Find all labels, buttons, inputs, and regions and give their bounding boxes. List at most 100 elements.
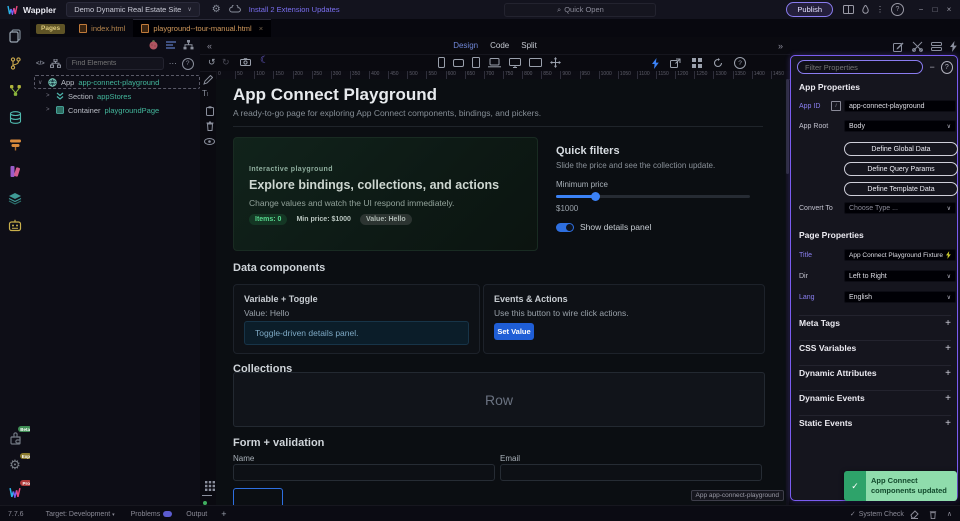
view-tab-split[interactable]: Split — [521, 41, 537, 50]
canvas-scrollbar[interactable] — [786, 79, 789, 505]
dynamic-events-section[interactable]: Dynamic Events + — [799, 390, 951, 405]
help-icon[interactable]: ? — [181, 57, 194, 70]
kebab-menu-icon[interactable]: ⋮ — [873, 5, 887, 14]
settings-gear-icon[interactable]: ⚙ — [212, 4, 221, 15]
refresh-icon[interactable] — [713, 58, 723, 68]
expand-chevron-icon[interactable]: > — [46, 107, 52, 113]
tree-item-section[interactable]: > Section appStores — [46, 90, 131, 102]
eye-icon[interactable] — [201, 134, 217, 148]
tab-close-icon[interactable]: × — [259, 24, 263, 33]
laptop-icon[interactable] — [488, 57, 501, 68]
dir-select[interactable]: Left to Right ∨ — [844, 270, 956, 282]
target-selector[interactable]: Target: Development ▾ — [46, 511, 115, 518]
publish-button[interactable]: Publish — [786, 2, 833, 17]
close-icon[interactable]: × — [942, 5, 956, 14]
undo-icon[interactable]: ↺ — [208, 57, 216, 68]
node-tree-icon[interactable] — [183, 40, 194, 50]
pages-badge[interactable]: Pages — [36, 23, 66, 34]
email-input[interactable] — [500, 464, 762, 481]
open-in-browser-icon[interactable] — [670, 58, 681, 68]
help-icon[interactable]: ? — [891, 3, 904, 16]
find-elements-input[interactable] — [65, 57, 164, 70]
name-input[interactable] — [233, 464, 495, 481]
define-query-params-button[interactable]: Define Query Params — [844, 162, 958, 176]
price-slider[interactable] — [556, 192, 750, 201]
project-selector[interactable]: Demo Dynamic Real Estate Site ∨ — [66, 2, 200, 17]
title-field[interactable]: App Connect Playground Fixture — [844, 249, 956, 261]
output-button[interactable]: Output — [186, 511, 207, 518]
git-icon[interactable] — [6, 54, 24, 72]
convert-to-select[interactable]: Choose Type ... ∨ — [844, 202, 956, 214]
redo-icon[interactable]: ↻ — [222, 57, 230, 68]
filter-properties-input[interactable] — [797, 60, 924, 74]
details-toggle[interactable] — [556, 222, 574, 232]
help-icon[interactable]: ? — [734, 57, 746, 69]
set-value-button[interactable]: Set Value — [494, 323, 534, 340]
minimize-icon[interactable]: − — [914, 5, 928, 14]
extensions-puzzle-icon[interactable]: Beta — [6, 426, 32, 447]
static-events-section[interactable]: Static Events + — [799, 415, 951, 430]
text-tool-icon[interactable]: TI — [202, 89, 208, 98]
tab-index-html[interactable]: index.html — [71, 20, 133, 37]
node-connections-icon[interactable] — [6, 81, 24, 99]
install-updates-link[interactable]: Install 2 Extension Updates — [249, 5, 340, 14]
app-root-select[interactable]: Body ∨ — [844, 120, 956, 132]
divider-tool-icon[interactable] — [202, 495, 212, 496]
tree-view-icon[interactable] — [49, 59, 61, 68]
expand-chevron-icon[interactable]: > — [46, 93, 52, 99]
maximize-icon[interactable]: □ — [928, 5, 942, 14]
tab-playground-html[interactable]: playground--tour-manual.html × — [133, 19, 272, 37]
dynamic-bolt-icon[interactable] — [946, 251, 951, 259]
tree-item-app[interactable]: ∨ App app-connect-playground — [34, 75, 200, 89]
info-icon[interactable]: i — [831, 101, 841, 111]
collapse-left-icon[interactable]: « — [207, 41, 212, 51]
screenshot-camera-icon[interactable] — [240, 58, 251, 66]
app-connect-bolt-icon[interactable] — [652, 57, 659, 69]
tablet-portrait-icon[interactable] — [472, 57, 480, 68]
view-tab-design[interactable]: Design — [453, 41, 478, 50]
edit-properties-icon[interactable] — [893, 41, 904, 52]
system-check[interactable]: ✓ System Check — [850, 510, 904, 519]
layers-stack-icon[interactable] — [931, 41, 942, 52]
phone-portrait-icon[interactable] — [438, 57, 445, 68]
more-options-icon[interactable]: ⋯ — [169, 59, 177, 68]
database-icon[interactable] — [6, 108, 24, 126]
view-tab-code[interactable]: Code — [490, 41, 509, 50]
collapse-right-icon[interactable]: » — [778, 41, 783, 51]
design-palette-icon[interactable] — [6, 162, 24, 180]
element-breadcrumb[interactable]: App app-connect-playground — [690, 490, 784, 501]
define-global-data-button[interactable]: Define Global Data — [844, 142, 958, 156]
split-panel-icon[interactable] — [843, 5, 854, 14]
lightning-icon[interactable] — [950, 41, 957, 52]
workflows-signpost-icon[interactable] — [6, 135, 24, 153]
dark-mode-moon-icon[interactable]: ☾ — [260, 55, 269, 66]
pages-panel-icon[interactable] — [6, 27, 24, 45]
cleanup-icon[interactable] — [910, 509, 919, 519]
css-variables-section[interactable]: CSS Variables + — [799, 340, 951, 355]
add-icon[interactable]: + — [221, 509, 226, 519]
meta-tags-section[interactable]: Meta Tags + — [799, 315, 951, 330]
phone-landscape-icon[interactable] — [453, 58, 464, 67]
lang-select[interactable]: English ∨ — [844, 291, 956, 303]
trash-icon[interactable] — [929, 510, 937, 519]
code-view-icon[interactable]: </> — [36, 61, 45, 67]
desktop-icon[interactable] — [509, 57, 521, 68]
submit-button-clipped[interactable] — [233, 488, 283, 505]
components-grid-icon[interactable] — [692, 58, 702, 68]
dynamic-attributes-section[interactable]: Dynamic Attributes + — [799, 365, 951, 380]
theme-droplet-icon[interactable] — [862, 5, 869, 14]
collapse-chevron-icon[interactable]: ∨ — [38, 79, 44, 86]
wappler-pro-icon[interactable]: Pro — [6, 480, 32, 501]
scissors-icon[interactable] — [912, 41, 923, 52]
collapse-panel-icon[interactable]: − — [929, 62, 934, 72]
help-icon[interactable]: ? — [940, 60, 953, 74]
quick-open-search[interactable]: ⌕ Quick Open — [504, 2, 657, 17]
scrollbar-thumb[interactable] — [786, 79, 789, 174]
preview-icon[interactable] — [148, 40, 159, 50]
experimental-gear-icon[interactable]: ⚙ Exp — [6, 453, 32, 474]
responsive-move-icon[interactable] — [550, 57, 561, 68]
list-view-icon[interactable] — [166, 40, 176, 50]
edit-pencil-icon[interactable] — [200, 73, 216, 87]
layers-icon[interactable] — [6, 189, 24, 207]
ai-robot-icon[interactable] — [6, 216, 24, 234]
